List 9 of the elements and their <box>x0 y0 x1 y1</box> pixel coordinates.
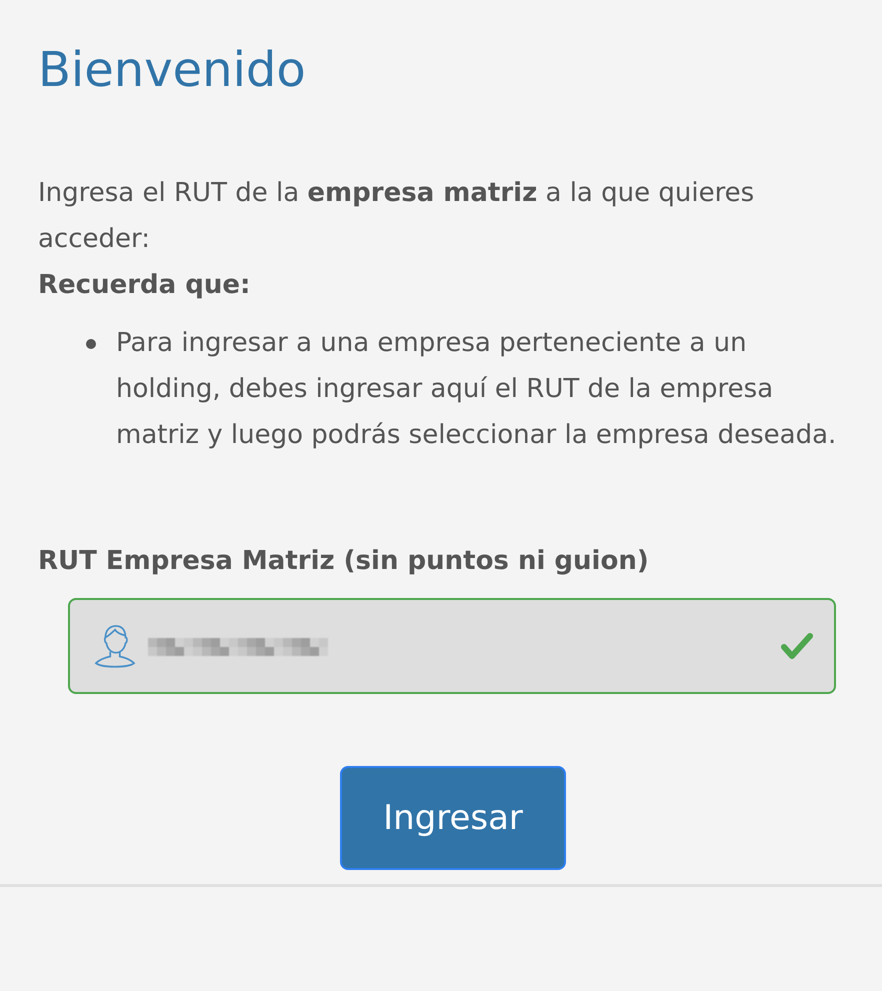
rut-input-field[interactable] <box>68 598 836 694</box>
bullet-icon <box>86 339 96 349</box>
submit-button[interactable]: Ingresar <box>340 766 566 870</box>
reminder-item: Para ingresar a una empresa perteneciente a un holding, debes ingresar aquí el RUT de la empresa matriz y luego podrás seleccionar la empresa deseada. <box>116 327 838 452</box>
field-label: RUT Empresa Matriz (sin puntos ni guion) <box>38 545 650 578</box>
intro-text: Ingresa el RUT de la empresa matriz a la que quieres acceder: <box>38 177 756 256</box>
checkmark-icon <box>780 632 814 660</box>
page-title: Bienvenido <box>38 41 307 100</box>
reminder-heading: Recuerda que: <box>38 269 252 302</box>
